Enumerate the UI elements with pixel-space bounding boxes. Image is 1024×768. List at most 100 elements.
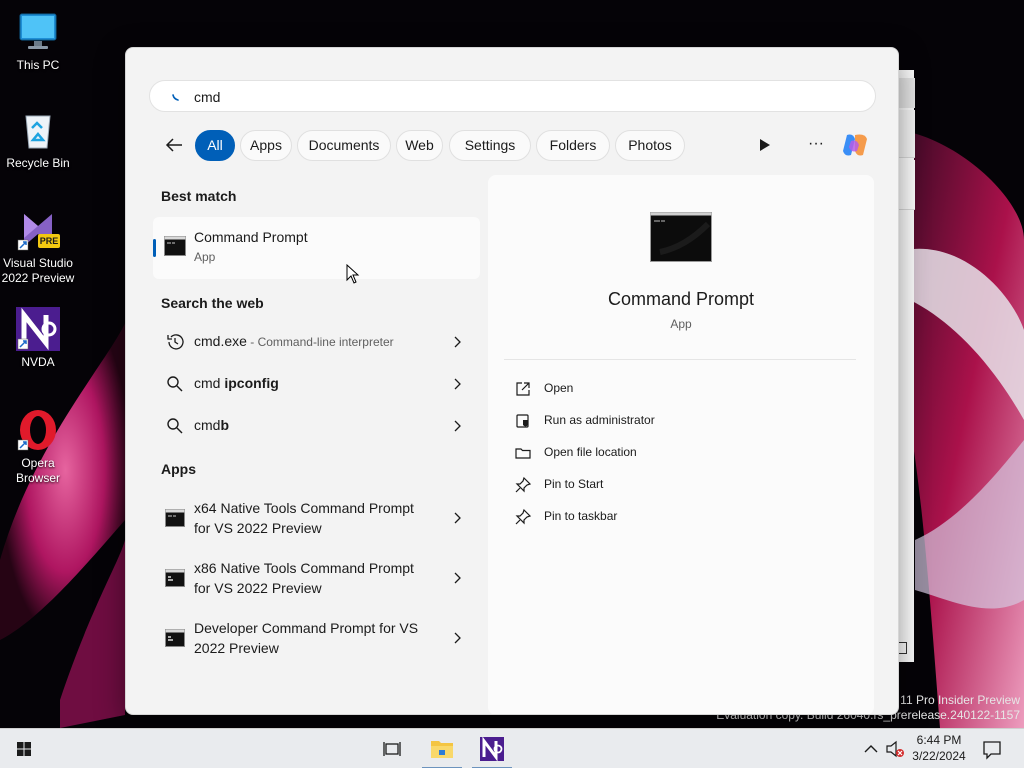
folder-icon [431,741,453,758]
search-input[interactable] [194,87,854,107]
web-result-label: cmdb [194,417,229,433]
opera-icon [16,408,60,452]
details-title: Command Prompt [607,289,755,309]
web-result-label: cmd.exe - Command-line interpreter [194,333,394,349]
web-result-cmdb[interactable]: cmdb [153,406,480,446]
search-icon [167,418,183,434]
selection-indicator [153,239,156,257]
search-web-heading: Search the web [161,295,264,311]
filter-documents[interactable]: Documents [297,130,391,161]
command-prompt-icon [650,212,712,262]
play-icon[interactable] [754,135,774,155]
desktop-icon-label: This PC [16,58,60,72]
notifications-button[interactable] [978,729,1006,768]
chevron-right-icon[interactable] [452,335,462,349]
command-prompt-icon [165,509,185,527]
recycle-bin-icon [16,108,60,152]
filter-bar: All Apps Documents Web Settings Folders … [154,129,876,161]
command-prompt-icon [164,236,186,256]
action-label: Open [544,381,574,395]
details-divider [504,359,856,360]
back-arrow-icon[interactable] [162,133,186,157]
clock-date: 3/22/2024 [912,749,966,763]
web-result-cmd-ipconfig[interactable]: cmd ipconfig [153,364,480,404]
filter-apps[interactable]: Apps [240,130,292,161]
copilot-icon[interactable] [839,129,871,161]
folder-icon [515,448,531,459]
desktop-icon-opera[interactable]: Opera Browser [0,408,76,486]
nvda-taskbar-button[interactable] [472,729,512,768]
task-view-button[interactable] [372,729,412,768]
filter-photos[interactable]: Photos [615,130,685,161]
search-box[interactable] [149,80,876,112]
notification-icon [983,741,1001,760]
action-pin-to-start[interactable]: Pin to Start [514,473,854,497]
visual-studio-icon: PRE [16,208,60,252]
action-label: Pin to taskbar [544,509,618,523]
windows-logo-icon [17,742,31,756]
command-prompt-icon [165,629,185,647]
task-view-icon [383,742,401,756]
search-panel: All Apps Documents Web Settings Folders … [125,47,899,715]
app-result-name: Developer Command Prompt for VS 2022 Pre… [194,620,419,656]
action-open-file-location[interactable]: Open file location [514,441,854,465]
chevron-right-icon[interactable] [452,419,462,433]
chevron-right-icon[interactable] [452,631,462,645]
web-result-query: cmd [194,375,225,391]
history-icon [167,334,184,350]
preview-badge: PRE [39,236,59,246]
web-result-description: - Command-line interpreter [246,335,394,349]
action-open[interactable]: Open [514,377,854,401]
filter-all[interactable]: All [195,130,235,161]
filter-web[interactable]: Web [396,130,443,161]
volume-muted-icon [886,740,904,758]
chevron-right-icon[interactable] [452,511,462,525]
system-clock[interactable]: 6:44 PM 3/22/2024 [908,732,970,764]
filter-settings[interactable]: Settings [449,130,531,161]
details-type: App [670,317,692,331]
shield-icon [516,414,529,428]
app-result-x64-native-tools[interactable]: x64 Native Tools Command Prompt for VS 2… [153,489,480,547]
desktop-icon-label: Visual Studio 2022 Preview [1,256,75,285]
apps-heading: Apps [161,461,196,477]
nvda-icon [480,736,504,762]
details-pane: Command Prompt App Open Run as administr… [488,175,874,714]
chevron-right-icon[interactable] [452,571,462,585]
more-options-button[interactable]: ··· [804,135,828,155]
open-external-icon [516,382,530,396]
pin-icon [515,508,532,525]
pin-icon [515,476,532,493]
desktop-icon-visual-studio[interactable]: PRE Visual Studio 2022 Preview [0,208,76,286]
best-match-item[interactable]: Command Prompt App [153,217,480,279]
app-result-developer-command-prompt[interactable]: Developer Command Prompt for VS 2022 Pre… [153,609,480,667]
best-match-name: Command Prompt [194,229,308,245]
app-result-name: x86 Native Tools Command Prompt for VS 2… [194,560,414,596]
best-match-heading: Best match [161,188,237,204]
chevron-right-icon[interactable] [452,377,462,391]
web-result-suggestion: b [220,417,230,433]
monitor-icon [16,10,60,54]
app-result-name: x64 Native Tools Command Prompt for VS 2… [194,500,414,536]
web-result-cmd-exe[interactable]: cmd.exe - Command-line interpreter [153,322,480,362]
desktop-icon-recycle-bin[interactable]: Recycle Bin [0,108,76,171]
desktop-icon-nvda[interactable]: NVDA [0,307,76,370]
show-hidden-icons-button[interactable] [860,729,882,768]
desktop-icon-label: Opera Browser [15,456,60,485]
action-label: Pin to Start [544,477,604,491]
action-pin-to-taskbar[interactable]: Pin to taskbar [514,505,854,529]
app-result-x86-native-tools[interactable]: x86 Native Tools Command Prompt for VS 2… [153,549,480,607]
file-explorer-button[interactable] [422,729,462,768]
chevron-up-icon [864,745,878,753]
mouse-cursor-icon [346,264,360,284]
web-result-query: cmd [194,417,221,433]
start-button[interactable] [4,729,44,768]
desktop-icon-label: Recycle Bin [6,156,70,170]
action-label: Run as administrator [544,413,655,427]
volume-button[interactable] [884,729,908,768]
action-run-as-admin[interactable]: Run as administrator [514,409,854,433]
desktop-icon-this-pc[interactable]: This PC [0,10,76,73]
desktop-icon-label: NVDA [21,355,55,369]
best-match-type: App [194,250,216,264]
filter-folders[interactable]: Folders [536,130,610,161]
clock-time: 6:44 PM [916,733,962,747]
